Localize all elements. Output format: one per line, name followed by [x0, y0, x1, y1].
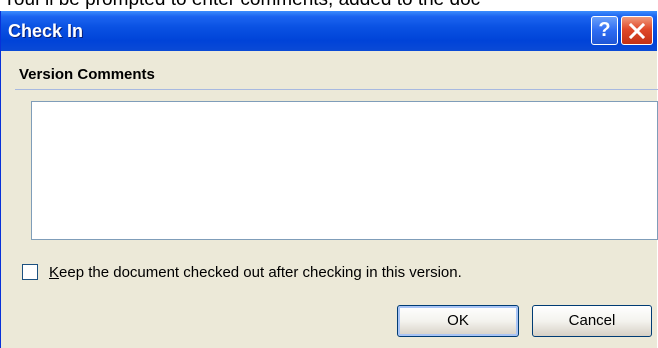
keep-label-rest: eep the document checked out after check… [59, 264, 462, 281]
keep-label-mnemonic: K [49, 264, 60, 281]
help-button[interactable]: ? [591, 16, 618, 45]
background-partial-text: Your'll be prompted to enter comments, a… [3, 0, 480, 10]
section-divider [15, 89, 658, 90]
cancel-button[interactable]: Cancel [532, 305, 652, 337]
close-icon [629, 23, 645, 39]
ok-button[interactable]: OK [397, 305, 519, 337]
help-icon: ? [598, 19, 611, 41]
close-button[interactable] [621, 16, 653, 45]
title-bar[interactable]: Check In ? [1, 11, 657, 51]
dialog-title: Check In [8, 21, 84, 41]
check-in-dialog: Check In ? Version Comments Keep the doc… [0, 11, 658, 348]
keep-checked-out-label[interactable]: Keep the document checked out after chec… [49, 264, 462, 281]
version-comments-label: Version Comments [19, 66, 155, 83]
background-page: Your'll be prompted to enter comments, a… [0, 0, 658, 11]
dialog-content: Version Comments Keep the document check… [1, 51, 658, 348]
keep-checked-out-checkbox[interactable] [22, 264, 38, 280]
version-comments-textarea[interactable] [31, 101, 658, 240]
